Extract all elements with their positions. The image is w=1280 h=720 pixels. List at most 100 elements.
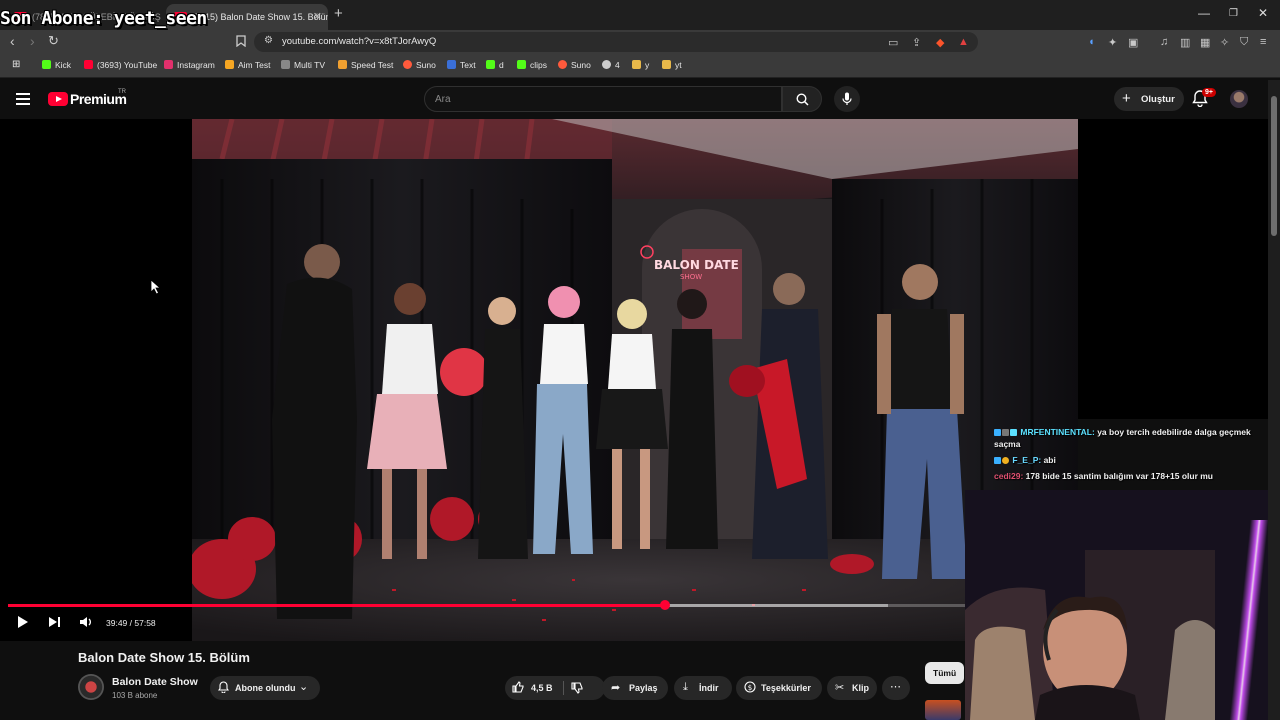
forward-icon[interactable]: › [30,33,35,49]
new-tab-button[interactable]: + [334,5,343,22]
thumbs-up-icon [512,681,524,693]
region-code: TR [118,89,126,95]
text-icon [447,60,456,69]
video-title: Balon Date Show 15. Bölüm [78,650,250,665]
leo-icon[interactable]: ✧ [1220,36,1229,49]
volume-button[interactable] [78,614,94,630]
bookmarks-bar: ⊞ Kick (3693) YouTube Instagram Aim Test… [0,54,1280,78]
bookmark-instagram[interactable]: Instagram [164,60,215,70]
suno-icon [558,60,567,69]
like-count: 4,5 B [531,683,553,693]
mouse-cursor-icon [150,279,162,295]
close-window-icon[interactable]: ✕ [1258,6,1268,20]
thanks-button[interactable]: $ Teşekkürler [736,676,822,700]
bookmark-youtube[interactable]: (3693) YouTube [84,60,157,70]
current-time: 39:49 [106,618,128,628]
menu-icon[interactable]: ≡ [1260,36,1266,48]
scissors-icon: ✂ [835,682,845,694]
divider [563,681,564,695]
chat-username: cedi29: [994,471,1024,481]
youtube-icon [84,60,93,69]
bookmark-folder-yt[interactable]: yt [662,60,682,70]
bookmark-text[interactable]: Text [447,60,476,70]
like-button[interactable] [512,681,524,693]
bookmark-4[interactable]: 4 [602,60,620,70]
create-button[interactable]: + Oluştur [1114,87,1184,111]
chat-text-continued: saçma [994,439,1021,449]
download-icon: ⤓ [683,681,688,693]
play-button[interactable] [16,614,30,630]
url-field[interactable]: ⚙ youtube.com/watch?v=x8tTJorAwyQ ▭ ⇪ ◆ … [254,32,978,52]
chat-username: MRFENTINENTAL: [1020,427,1095,437]
channel-name[interactable]: Balon Date Show [112,676,198,688]
channel-avatar[interactable] [78,674,104,700]
back-icon[interactable]: ‹ [10,33,15,49]
dislike-button[interactable] [571,682,583,694]
voice-search-button[interactable] [834,86,860,112]
share-button[interactable]: ➦ Paylaş [602,676,668,700]
chat-message: cedi29: 178 bide 15 santim balığım var 1… [994,470,1280,482]
share-icon[interactable]: ⇪ [912,36,921,49]
sidebar-icon[interactable]: ▣ [1128,36,1138,49]
more-actions-button[interactable]: ⋯ [882,676,910,700]
reload-icon[interactable]: ↻ [48,33,59,49]
cast-icon[interactable]: ▭ [888,36,898,49]
address-bar-row: ‹ › ↻ ⚙ youtube.com/watch?v=x8tTJorAwyQ … [0,30,1280,54]
subscribe-button[interactable]: Abone olundu ⌄ [210,676,320,700]
brave-shield-icon[interactable]: ◆ [936,36,944,49]
bookmark-speed-test[interactable]: Speed Test [338,60,393,70]
rewards-icon[interactable]: ▲ [958,36,969,48]
chevron-down-icon: ⌄ [299,681,309,693]
svg-text:$: $ [748,684,752,692]
recommended-video-thumbnail[interactable] [925,700,961,720]
kick-icon [42,60,51,69]
apps-grid-icon[interactable]: ⊞ [12,59,20,70]
player-letterbox-left[interactable] [0,119,192,641]
vpn-icon[interactable]: ▦ [1200,36,1210,49]
shield-icon[interactable]: ⛉ [1240,36,1248,49]
next-button[interactable] [48,614,62,630]
extensions-icon[interactable]: ✦ [1108,36,1117,49]
restore-icon[interactable]: ❐ [1229,8,1238,19]
reading-list-icon[interactable]: ▥ [1180,36,1190,49]
filter-chip-all[interactable]: Tümü [925,662,965,684]
bookmark-kick[interactable]: Kick [42,60,71,70]
account-avatar[interactable] [1230,90,1248,108]
minimize-icon[interactable]: — [1198,6,1210,20]
chat-username: F_E_P: [1012,455,1042,465]
youtube-masthead: Premium TR + Oluştur 9+ [0,80,1280,118]
bookmark-folder-y[interactable]: y [632,60,649,70]
video-player[interactable]: BALON DATE SHOW [192,119,1078,641]
player-letterbox-right [1078,119,1268,419]
aim-test-icon [225,60,234,69]
bookmark-suno-2[interactable]: Suno [558,60,591,70]
bookmark-suno[interactable]: Suno [403,60,436,70]
next-icon [49,617,60,627]
youtube-logo-icon[interactable] [48,92,68,106]
clip-button[interactable]: ✂ Klip [827,676,877,700]
search-input[interactable] [435,94,735,105]
close-tab-icon[interactable]: ✕ [313,4,322,30]
neon-sign-line1: BALON DATE [654,258,739,272]
bookmark-d[interactable]: d [486,60,504,70]
chat-badge-icon [994,457,1001,464]
bookmark-aim-test[interactable]: Aim Test [225,60,270,70]
guide-menu-icon[interactable] [16,93,30,105]
scrollbar-thumb[interactable] [1271,96,1277,236]
bell-icon [218,681,229,693]
download-button[interactable]: ⤓ İndir [674,676,732,700]
thumbs-down-icon [571,682,583,694]
search-box[interactable] [424,86,782,112]
microphone-icon [842,92,852,105]
time-display: 39:49 / 57:58 [106,618,156,628]
chat-message: MRFENTINENTAL: ya boy tercih edebilirde … [994,426,1280,450]
site-settings-icon[interactable]: ⚙ [264,35,273,46]
bookmark-icon[interactable] [236,35,246,47]
media-icon[interactable]: ♫ [1160,36,1168,48]
wallet-icon[interactable]: ◖ [1088,36,1095,48]
bookmark-multi-tv[interactable]: Multi TV [281,60,325,70]
chat-badge-icon [994,429,1001,436]
bookmark-clips[interactable]: clips [517,60,547,70]
stream-chat-overlay: MRFENTINENTAL: ya boy tercih edebilirde … [994,426,1280,486]
search-button[interactable] [782,86,822,112]
